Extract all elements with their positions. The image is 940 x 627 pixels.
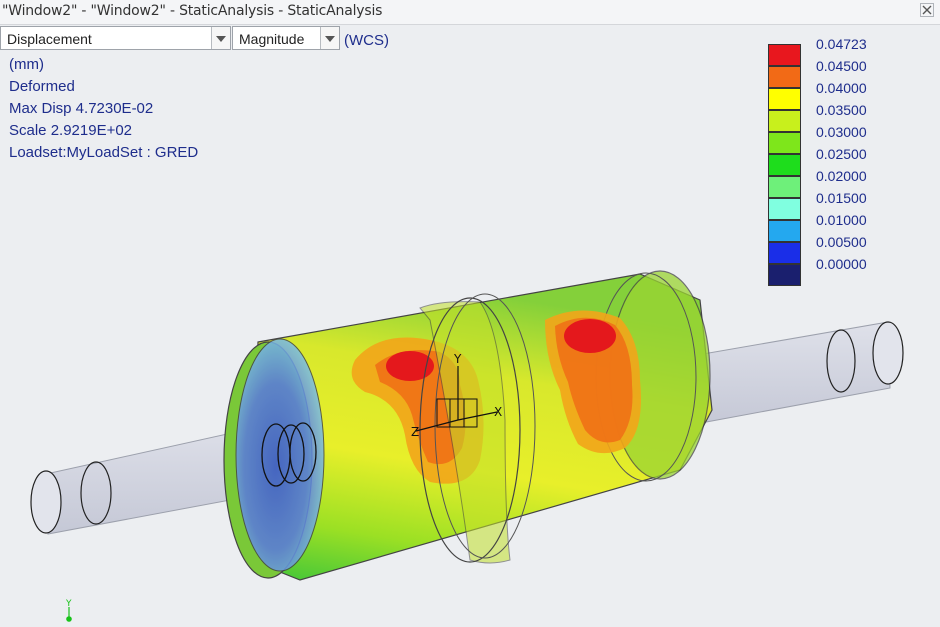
analysis-window: "Window2" - "Window2" - StaticAnalysis -… xyxy=(0,0,940,627)
triad-y-label: Y xyxy=(453,352,462,366)
mini-triad-y-label: Y xyxy=(65,599,72,609)
view-orientation-triad: Y xyxy=(65,599,72,622)
right-shaft xyxy=(679,321,904,426)
triad-z-label: Z xyxy=(411,425,419,439)
left-end-cap xyxy=(223,338,325,579)
model-viewport[interactable]: Y X Z Y xyxy=(0,0,940,627)
triad-x-label: X xyxy=(494,405,502,419)
